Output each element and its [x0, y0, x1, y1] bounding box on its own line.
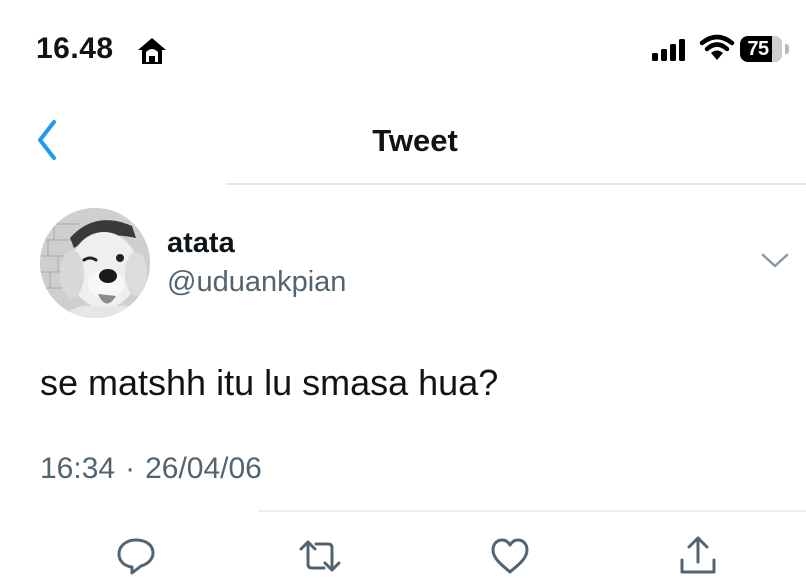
tweet-date: 26/04/06: [145, 452, 262, 485]
battery-icon: 75: [740, 36, 790, 62]
like-button[interactable]: [488, 534, 532, 578]
tweet-text: se matshh itu lu smasa hua?: [40, 362, 499, 403]
status-time: 16.48: [36, 32, 114, 65]
more-options-button[interactable]: [760, 250, 790, 272]
display-name[interactable]: atata: [167, 226, 235, 260]
wifi-icon: [699, 34, 735, 60]
meta-separator: ·: [125, 452, 136, 485]
share-button[interactable]: [676, 534, 720, 578]
status-bar: 16.48 75: [0, 0, 806, 96]
battery-level: 75: [747, 38, 769, 60]
tweet-timestamp[interactable]: 16:34 · 26/04/06: [40, 450, 262, 488]
nav-header: Tweet: [0, 96, 806, 184]
reply-button[interactable]: [114, 534, 158, 578]
handle[interactable]: @uduankpian: [167, 265, 346, 299]
battery-tip: [785, 44, 789, 54]
cellular-signal-icon: [652, 39, 685, 61]
avatar[interactable]: [40, 208, 150, 318]
dog-avatar: [40, 208, 150, 318]
tweet-time: 16:34: [40, 452, 116, 485]
retweet-button[interactable]: [298, 534, 342, 578]
like-icon: [491, 538, 529, 574]
page-title: Tweet: [372, 123, 458, 158]
chevron-down-icon: [761, 253, 789, 268]
reply-icon: [117, 538, 155, 575]
header-divider: [226, 183, 806, 185]
action-divider: [258, 510, 806, 512]
home-icon: [138, 38, 166, 64]
retweet-icon: [299, 540, 341, 572]
battery-body: 75: [740, 36, 782, 62]
share-icon: [680, 536, 716, 574]
